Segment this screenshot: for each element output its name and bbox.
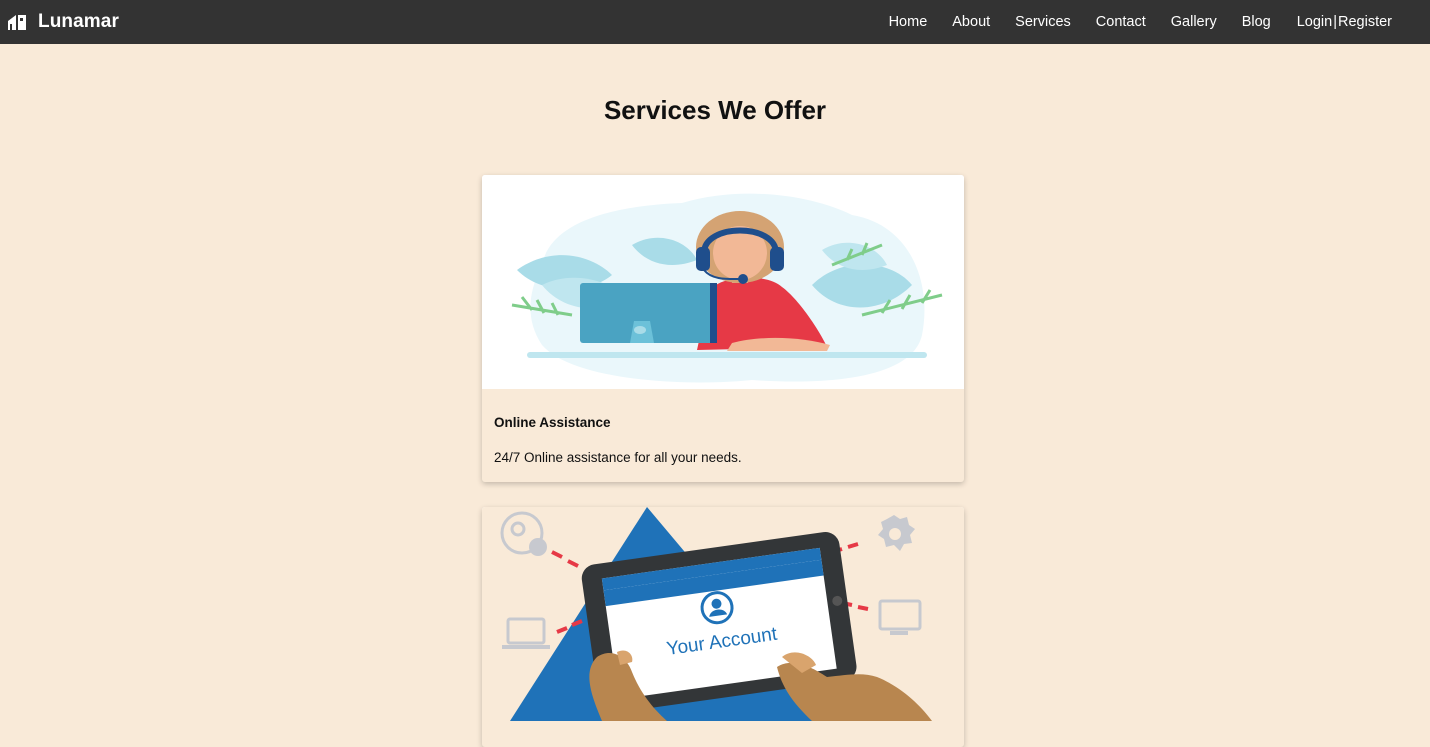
nav-register[interactable]: Register (1338, 14, 1392, 30)
nav-home[interactable]: Home (889, 14, 928, 30)
nav-contact[interactable]: Contact (1096, 14, 1146, 30)
service-title: Online Assistance (494, 415, 611, 430)
nav-services[interactable]: Services (1015, 14, 1071, 30)
nav-links: Home About Services Contact Gallery Blog… (864, 0, 1392, 44)
service-card-account: Your Account (482, 507, 964, 747)
service-description: 24/7 Online assistance for all your need… (494, 450, 742, 465)
brand-link[interactable]: Lunamar (7, 11, 119, 33)
top-navbar: Lunamar Home About Services Contact Gall… (0, 0, 1430, 44)
your-account-tablet-illustration: Your Account (482, 507, 964, 721)
nav-auth: Login | Register (1297, 14, 1392, 30)
page-title: Services We Offer (603, 95, 827, 125)
service-card-online-assistance: Online Assistance 24/7 Online assistance… (482, 175, 964, 482)
brand-name: Lunamar (38, 11, 119, 32)
support-agent-illustration (482, 175, 964, 389)
nav-blog[interactable]: Blog (1242, 14, 1271, 30)
nav-about[interactable]: About (952, 14, 990, 30)
nav-login[interactable]: Login (1297, 14, 1332, 30)
home-logo-icon (8, 15, 26, 30)
nav-gallery[interactable]: Gallery (1171, 14, 1217, 30)
nav-separator: | (1333, 14, 1337, 30)
